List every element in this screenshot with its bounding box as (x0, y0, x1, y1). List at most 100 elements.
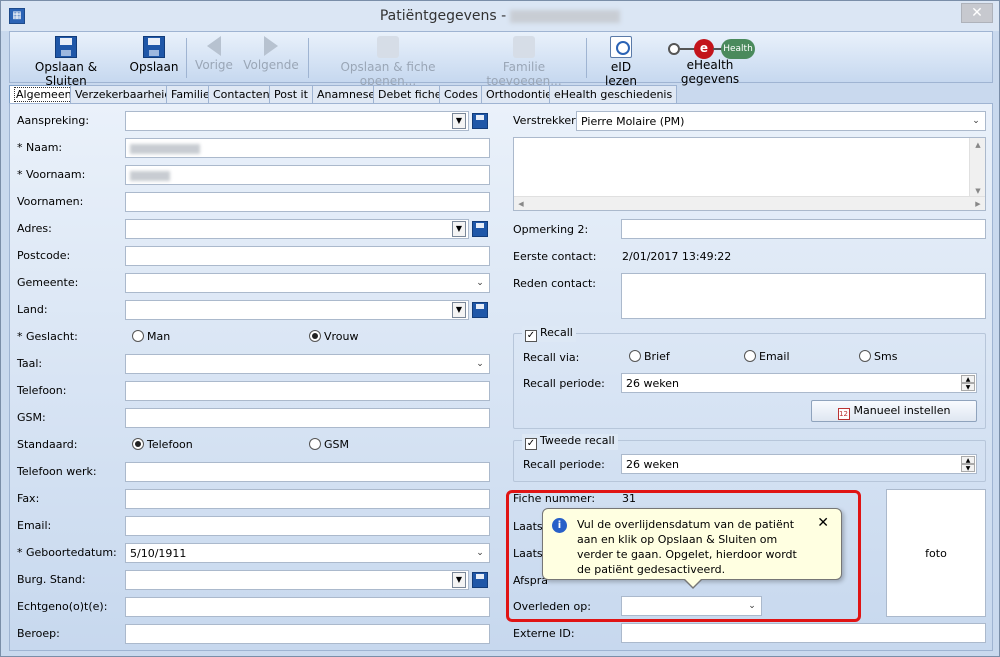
dropdown-arrow-icon[interactable]: ▼ (452, 302, 466, 318)
opmerking2-field[interactable] (621, 219, 986, 239)
tweede-recall-checkbox[interactable]: ✓ Tweede recall (522, 434, 618, 450)
scroll-up-icon[interactable]: ▲ (970, 138, 986, 152)
naam-field[interactable] (125, 138, 490, 158)
radio-standaard-gsm[interactable]: GSM (309, 438, 349, 451)
add-family-button[interactable]: Familie toevoegen... (468, 34, 580, 88)
recall-periode-spinner[interactable]: 26 weken ▲ ▼ (621, 373, 977, 393)
ehealth-logo: e Health (668, 38, 758, 60)
vertical-scrollbar[interactable]: ▲ ▼ (969, 138, 985, 198)
tab-algemeen[interactable]: Algemeen (9, 85, 79, 104)
tab-post-it[interactable]: Post it (269, 85, 313, 103)
photo-box[interactable]: foto (886, 489, 986, 617)
spin-up-icon[interactable]: ▲ (961, 456, 975, 464)
title-bar: ▦ Patiëntgegevens - ✕ (1, 1, 999, 31)
aanspreking-combo[interactable]: ▼ (125, 111, 469, 131)
chevron-down-icon: ⌄ (972, 116, 980, 126)
dropdown-arrow-icon[interactable]: ▼ (452, 572, 466, 588)
radio-man[interactable]: Man (132, 330, 170, 343)
echtgenote-field[interactable] (125, 597, 490, 617)
radio-email[interactable]: Email (744, 350, 790, 363)
save-close-label: Opslaan & Sluiten (34, 60, 98, 88)
spin-up-icon[interactable]: ▲ (961, 375, 975, 383)
save-close-button[interactable]: Opslaan & Sluiten (16, 34, 116, 88)
spin-down-icon[interactable]: ▼ (961, 464, 975, 472)
read-eid-button[interactable]: eID lezen (594, 34, 648, 88)
radio-man-label: Man (147, 330, 171, 343)
close-window-button[interactable]: ✕ (961, 3, 993, 23)
recall-checkbox[interactable]: ✓ Recall (522, 326, 576, 342)
voornamen-field[interactable] (125, 192, 490, 212)
verstrekker-select[interactable]: Pierre Molaire (PM) ⌄ (576, 111, 986, 131)
horizontal-scrollbar[interactable]: ◀ ▶ (514, 196, 985, 210)
spinner-buttons[interactable]: ▲ ▼ (961, 375, 975, 391)
dropdown-arrow-icon[interactable]: ▼ (452, 113, 466, 129)
voornamen-label: Voornamen: (17, 195, 84, 208)
externe-id-field[interactable] (621, 623, 986, 643)
blurred-patient-name (510, 9, 621, 23)
gemeente-select[interactable]: ⌄ (125, 273, 490, 293)
postcode-field[interactable] (125, 246, 490, 266)
next-button[interactable]: Volgende (240, 34, 302, 80)
ehealth-pill: Health (721, 39, 755, 59)
dropdown-arrow-icon[interactable]: ▼ (452, 221, 466, 237)
email-field[interactable] (125, 516, 490, 536)
deceased-tooltip: i Vul de overlijdensdatum van de patiënt… (542, 508, 842, 589)
radio-standaard-telefoon[interactable]: Telefoon (132, 438, 193, 451)
tab-anamnese[interactable]: Anamnese (312, 85, 381, 103)
fax-field[interactable] (125, 489, 490, 509)
save-button[interactable]: Opslaan (126, 34, 182, 80)
adres-save-icon[interactable] (472, 221, 488, 237)
opmerking2-label: Opmerking 2: (513, 223, 589, 236)
radio-vrouw[interactable]: Vrouw (309, 330, 359, 343)
reden-contact-textarea[interactable] (621, 273, 986, 319)
adres-combo[interactable]: ▼ (125, 219, 469, 239)
tab-contacten[interactable]: Contacten (208, 85, 275, 103)
gsm-field[interactable] (125, 408, 490, 428)
burg-stand-save-icon[interactable] (472, 572, 488, 588)
tweede-periode-spinner[interactable]: 26 weken ▲ ▼ (621, 454, 977, 474)
spinner-buttons[interactable]: ▲ ▼ (961, 456, 975, 472)
adres-label: Adres: (17, 222, 52, 235)
next-label: Volgende (243, 58, 299, 72)
burg-stand-combo[interactable]: ▼ (125, 570, 469, 590)
save-icon (143, 36, 165, 58)
ehealth-e-icon: e (694, 39, 714, 59)
tab-verzekerbaarheid[interactable]: Verzekerbaarheid (70, 85, 177, 103)
tab-codes[interactable]: Codes (439, 85, 483, 103)
voornaam-field[interactable] (125, 165, 490, 185)
recall-periode-label: Recall periode: (523, 377, 605, 390)
land-save-icon[interactable] (472, 302, 488, 318)
radio-sms[interactable]: Sms (859, 350, 897, 363)
scroll-right-icon[interactable]: ▶ (971, 197, 985, 211)
save-open-record-button[interactable]: Opslaan & fiche openen... (314, 34, 462, 88)
tab-ehealth-geschiedenis[interactable]: eHealth geschiedenis (549, 85, 678, 103)
notes-textarea[interactable]: ▲ ▼ ◀ ▶ (513, 137, 986, 211)
toolbar: Opslaan & Sluiten Opslaan Vorige Volgend… (9, 31, 993, 88)
tab-debet-fiche[interactable]: Debet fiche (373, 85, 447, 103)
radio-telefoon-label: Telefoon (147, 438, 193, 451)
telefoon-werk-field[interactable] (125, 462, 490, 482)
previous-button[interactable]: Vorige (192, 34, 236, 80)
toolbar-separator (186, 38, 187, 78)
tweede-recall-label: Tweede recall (540, 434, 615, 447)
tooltip-tail-fill (684, 578, 702, 587)
land-combo[interactable]: ▼ (125, 300, 469, 320)
beroep-label: Beroep: (17, 627, 60, 640)
spin-down-icon[interactable]: ▼ (961, 383, 975, 391)
taal-select[interactable]: ⌄ (125, 354, 490, 374)
echtgenote-label: Echtgeno(o)t(e): (17, 600, 108, 613)
radio-brief[interactable]: Brief (629, 350, 670, 363)
beroep-field[interactable] (125, 624, 490, 644)
geboortedatum-picker[interactable]: 5/10/1911 ⌄ (125, 543, 490, 563)
tab-orthodontie[interactable]: Orthodontie (481, 85, 558, 103)
manueel-instellen-button[interactable]: 12 Manueel instellen (811, 400, 977, 422)
scroll-left-icon[interactable]: ◀ (514, 197, 528, 211)
tweede-periode-value: 26 weken (626, 458, 679, 471)
radio-circle-icon (309, 438, 321, 450)
burg-stand-label: Burg. Stand: (17, 573, 86, 586)
tooltip-close-icon[interactable]: ✕ (817, 515, 829, 531)
aanspreking-save-icon[interactable] (472, 113, 488, 129)
fax-label: Fax: (17, 492, 40, 505)
telefoon-field[interactable] (125, 381, 490, 401)
recall-periode-value: 26 weken (626, 377, 679, 390)
